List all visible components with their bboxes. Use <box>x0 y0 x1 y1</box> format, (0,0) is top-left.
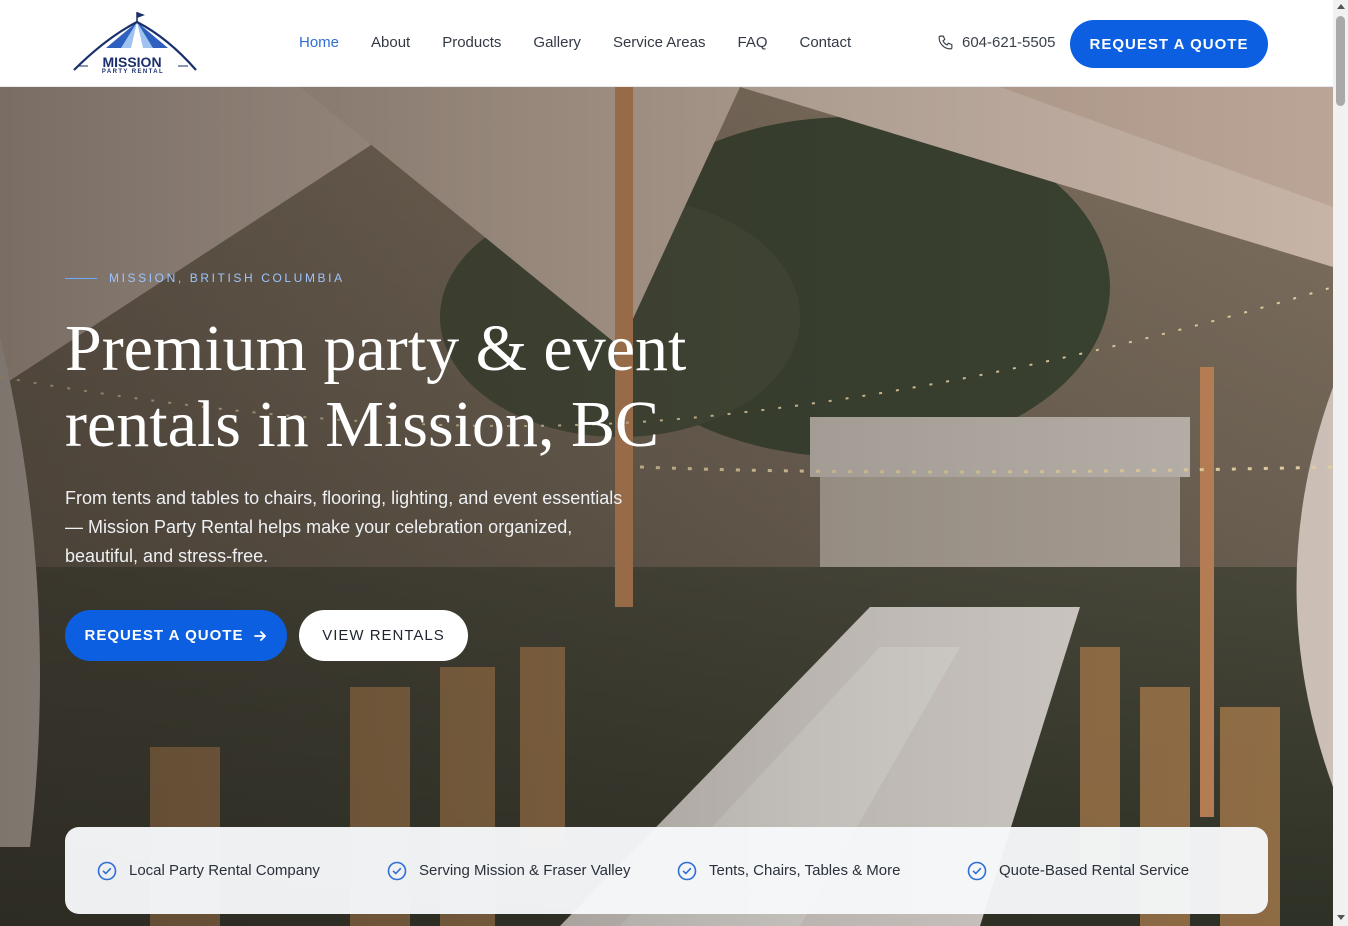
features-bar: Local Party Rental Company Serving Missi… <box>65 827 1268 914</box>
nav-service-areas[interactable]: Service Areas <box>613 34 706 52</box>
eyebrow-line <box>65 277 97 279</box>
nav-products[interactable]: Products <box>442 34 501 52</box>
page-scrollbar[interactable] <box>1333 0 1348 926</box>
check-circle-icon <box>967 861 987 880</box>
feature-label: Quote-Based Rental Service <box>999 862 1190 879</box>
feature-label: Local Party Rental Company <box>129 862 320 879</box>
nav-about[interactable]: About <box>371 34 410 52</box>
check-circle-icon <box>97 861 117 880</box>
nav-home[interactable]: Home <box>299 34 339 52</box>
main-nav: Home About Products Gallery Service Area… <box>299 34 851 52</box>
hero-section: MISSION, BRITISH COLUMBIA Premium party … <box>0 87 1333 926</box>
feature-item: Quote-Based Rental Service <box>967 861 1257 881</box>
scroll-down-icon[interactable] <box>1337 915 1345 920</box>
logo-name: MISSION <box>102 54 162 70</box>
scroll-thumb[interactable] <box>1336 16 1345 106</box>
logo-tagline: PARTY RENTAL <box>101 69 165 75</box>
site-header: MISSION PARTY RENTAL Home About Products… <box>0 0 1333 87</box>
nav-faq[interactable]: FAQ <box>737 34 767 52</box>
feature-item: Serving Mission & Fraser Valley <box>387 861 677 881</box>
hero-quote-button[interactable]: REQUEST A QUOTE <box>65 610 287 661</box>
phone-number: 604-621-5505 <box>962 34 1056 51</box>
nav-gallery[interactable]: Gallery <box>533 34 581 52</box>
check-circle-icon <box>387 861 407 880</box>
phone-link[interactable]: 604-621-5505 <box>937 34 1055 51</box>
check-circle-icon <box>677 861 697 880</box>
hero-title-line1: Premium party & event <box>65 312 687 385</box>
feature-item: Tents, Chairs, Tables & More <box>677 861 967 881</box>
nav-contact[interactable]: Contact <box>800 34 852 52</box>
phone-icon <box>938 35 953 50</box>
view-rentals-button[interactable]: VIEW RENTALS <box>299 610 468 661</box>
header-quote-button[interactable]: REQUEST A QUOTE <box>1070 20 1268 68</box>
hero-title-line2: rentals in Mission, BC <box>65 388 660 461</box>
feature-label: Tents, Chairs, Tables & More <box>709 862 901 879</box>
scroll-up-icon[interactable] <box>1337 4 1345 9</box>
feature-item: Local Party Rental Company <box>97 861 387 881</box>
feature-label: Serving Mission & Fraser Valley <box>419 862 631 879</box>
hero-subtitle: From tents and tables to chairs, floorin… <box>65 488 623 566</box>
logo[interactable]: MISSION PARTY RENTAL <box>66 8 200 80</box>
hero-title: Premium party & event rentals in Mission… <box>65 311 785 463</box>
hero-quote-label: REQUEST A QUOTE <box>84 627 244 644</box>
hero-eyebrow: MISSION, BRITISH COLUMBIA <box>65 271 345 285</box>
arrow-right-icon <box>254 630 267 641</box>
eyebrow-text: MISSION, BRITISH COLUMBIA <box>109 271 345 285</box>
